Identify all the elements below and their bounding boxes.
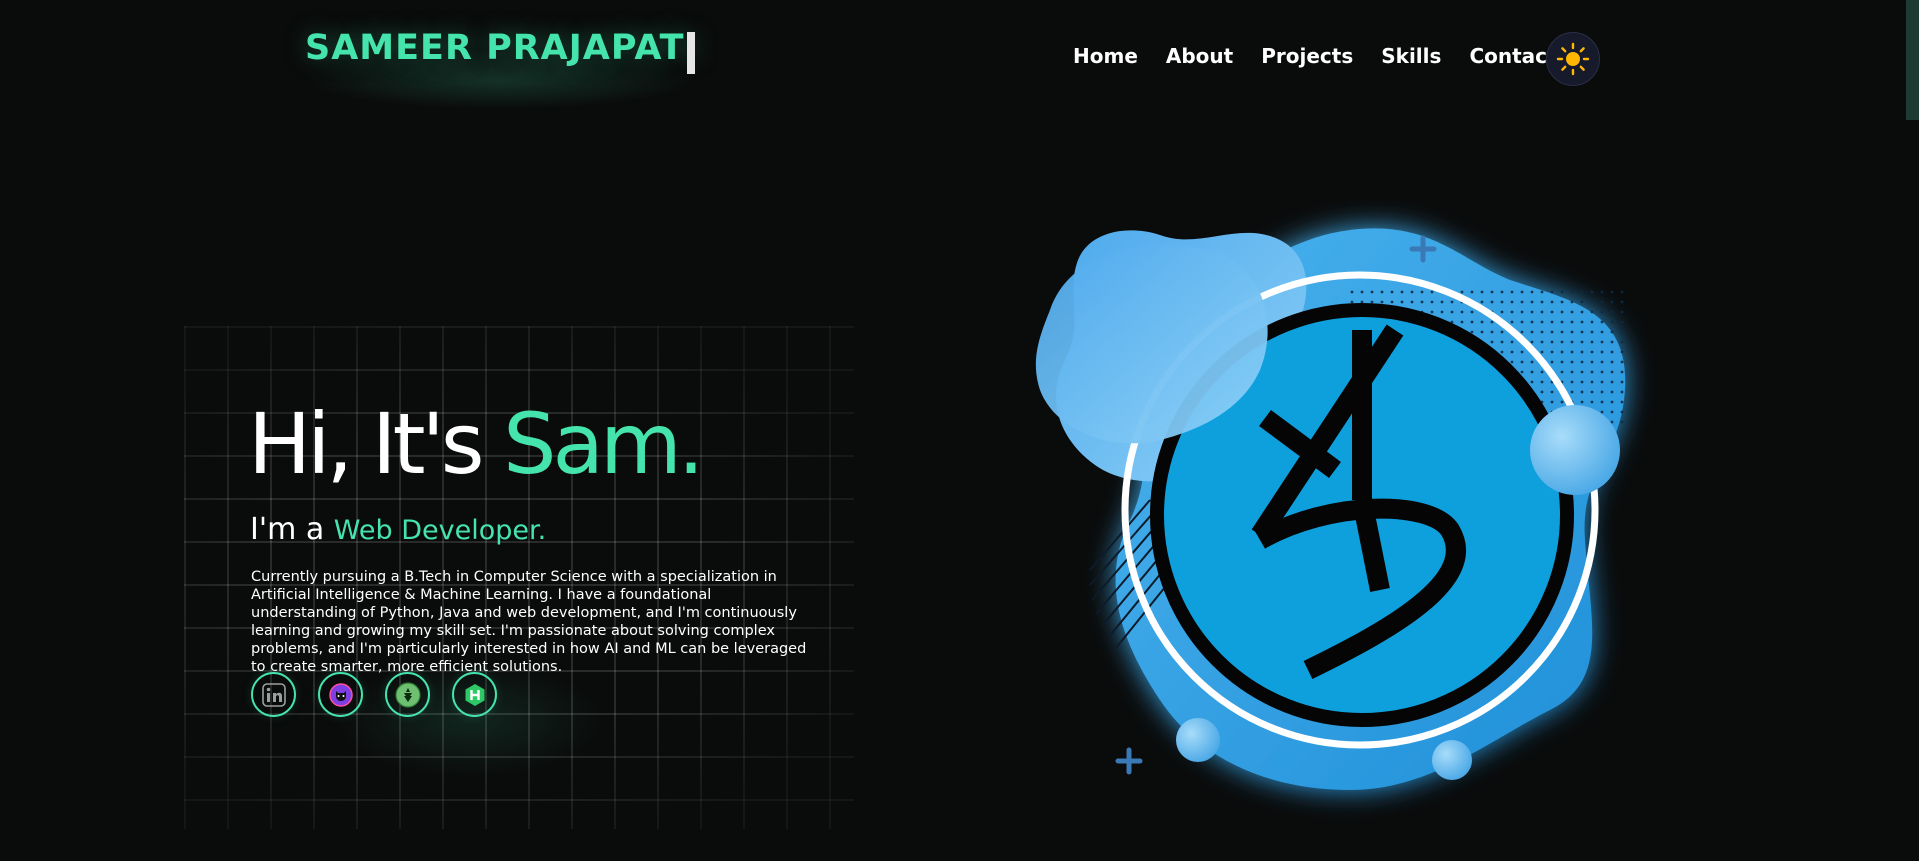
nav-skills[interactable]: Skills bbox=[1381, 44, 1441, 68]
sun-icon bbox=[1556, 42, 1590, 76]
leetcode-link[interactable] bbox=[385, 672, 430, 717]
hero-greeting-name: Sam. bbox=[503, 395, 704, 493]
bubble-right bbox=[1530, 405, 1620, 495]
hero-illustration bbox=[1035, 228, 1630, 791]
social-links bbox=[251, 672, 497, 717]
site-logo[interactable]: SAMEER PRAJAPATI bbox=[305, 28, 699, 68]
hackerrank-icon bbox=[465, 683, 484, 706]
github-icon bbox=[328, 682, 353, 707]
hero-sub-prefix: I'm a bbox=[250, 512, 334, 547]
nav-about[interactable]: About bbox=[1166, 44, 1233, 68]
plus-icon bbox=[1115, 747, 1143, 775]
nav-contact[interactable]: Contact bbox=[1469, 44, 1556, 68]
hero-title: Hi, It's Sam. bbox=[248, 395, 705, 493]
main-nav: Home About Projects Skills Contact bbox=[1073, 44, 1585, 68]
bubble-bottom-left bbox=[1176, 718, 1220, 762]
nav-home[interactable]: Home bbox=[1073, 44, 1138, 68]
theme-toggle-button[interactable] bbox=[1546, 32, 1600, 86]
typing-cursor bbox=[687, 32, 695, 74]
scrollbar-track[interactable] bbox=[1906, 0, 1919, 861]
nav-projects[interactable]: Projects bbox=[1261, 44, 1353, 68]
linkedin-icon bbox=[261, 682, 286, 707]
linkedin-link[interactable] bbox=[251, 672, 296, 717]
bubble-bottom-right bbox=[1432, 740, 1472, 780]
hero-description: Currently pursuing a B.Tech in Computer … bbox=[251, 569, 807, 675]
hero-subtitle: I'm a Web Developer. bbox=[250, 512, 546, 547]
leetcode-icon bbox=[394, 681, 421, 708]
github-link[interactable] bbox=[318, 672, 363, 717]
hero-greeting-prefix: Hi, It's bbox=[248, 395, 504, 493]
hackerrank-link[interactable] bbox=[452, 672, 497, 717]
hero-sub-role: Web Developer. bbox=[333, 515, 547, 546]
scrollbar-thumb[interactable] bbox=[1906, 0, 1919, 120]
